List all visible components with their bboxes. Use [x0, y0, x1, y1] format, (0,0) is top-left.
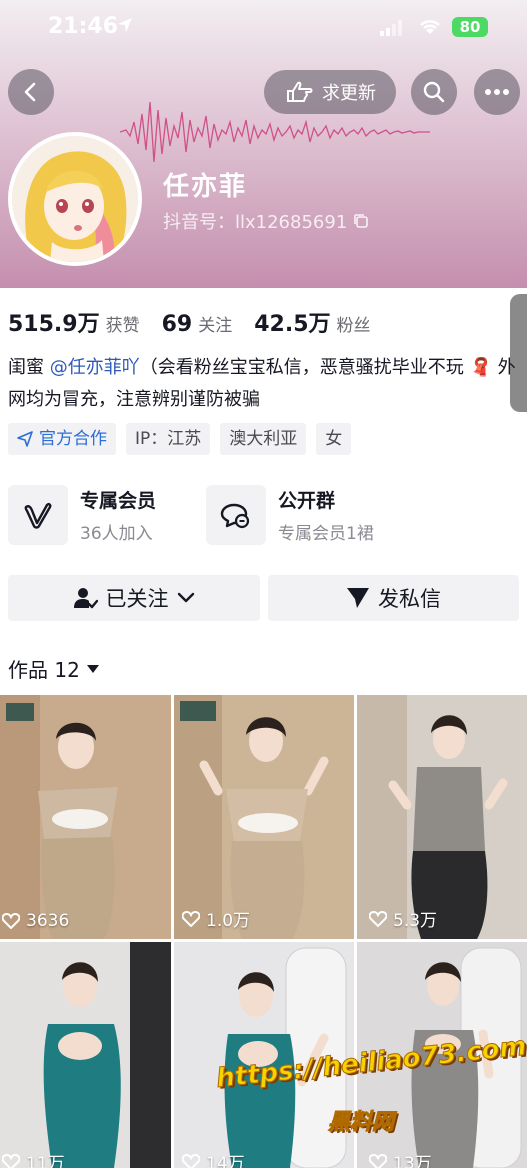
stat-likes-label: 获赞 — [105, 316, 140, 336]
send-arrow-icon — [17, 431, 33, 447]
bio-mention-link[interactable]: @任亦菲吖 — [50, 357, 140, 378]
location-arrow-icon — [118, 18, 132, 32]
audio-waveform-decoration — [120, 101, 430, 163]
stat-following-label: 关注 — [198, 316, 233, 336]
cellular-signal-icon — [380, 20, 402, 36]
stat-likes[interactable]: 515.9万 获赞 — [8, 306, 140, 338]
likes-count: 13万 — [367, 1149, 432, 1168]
heart-outline-icon — [369, 910, 387, 927]
tag-official-label: 官方合作 — [39, 429, 107, 449]
likes-count: 11万 — [0, 1149, 65, 1168]
douyin-id-text: 抖音号：llx12685691 — [163, 212, 348, 233]
likes-count: 3636 — [0, 911, 69, 931]
back-button[interactable] — [8, 69, 54, 115]
likes-value: 1.0万 — [206, 911, 251, 931]
bio-prefix: 闺蜜 — [8, 357, 50, 378]
stat-followers[interactable]: 42.5万 粉丝 — [254, 306, 370, 338]
stat-likes-num: 515.9万 — [8, 312, 100, 337]
works-title-label: 作品 12 — [8, 658, 80, 682]
member-title: 专属会员 — [80, 490, 157, 512]
douyin-id-row[interactable]: 抖音号：llx12685691 — [163, 208, 369, 234]
copy-icon[interactable] — [353, 213, 369, 229]
video-thumbnail-image — [357, 695, 527, 939]
member-icon-box — [8, 485, 68, 545]
status-bar: 21:46 80 — [0, 0, 527, 56]
stat-followers-num: 42.5万 — [254, 312, 331, 337]
likes-count: 1.0万 — [180, 906, 250, 931]
likes-value: 11万 — [26, 1154, 65, 1168]
likes-count: 14万 — [180, 1149, 245, 1168]
more-button[interactable] — [474, 69, 520, 115]
tag-row: 官方合作 IP：江苏 澳大利亚 女 — [8, 423, 352, 455]
profile-bio: 闺蜜 @任亦菲吖（会看粉丝宝宝私信，恶意骚扰毕业不玩 🧣 外网均为冒充，注意辨别… — [8, 352, 518, 416]
tag-gender: 女 — [316, 423, 352, 455]
status-time: 21:46 — [48, 14, 119, 39]
tag-ip: IP：江苏 — [126, 423, 211, 455]
caret-down-icon — [86, 664, 99, 673]
video-thumbnail-image — [0, 695, 171, 939]
wifi-icon — [420, 20, 440, 34]
stat-following[interactable]: 69 关注 — [162, 311, 233, 337]
avatar-illustration — [12, 136, 138, 262]
likes-value: 3636 — [26, 911, 70, 931]
profile-header: 21:46 80 求更新 任亦菲 抖音号：llx12685691 — [0, 0, 527, 288]
user-check-icon — [73, 588, 98, 609]
video-thumb-1[interactable]: 3636 — [0, 695, 171, 939]
group-sub: 专属会员1裙 — [278, 524, 374, 544]
watermark-cn: 黑料网 — [327, 1110, 395, 1136]
group-chat-icon — [220, 503, 250, 529]
heart-outline-icon — [182, 910, 200, 927]
stat-followers-label: 粉丝 — [336, 316, 371, 336]
likes-value: 13万 — [393, 1154, 432, 1168]
tag-location: 澳大利亚 — [220, 423, 307, 455]
following-label: 已关注 — [105, 587, 169, 611]
video-thumb-4[interactable]: 11万 — [0, 942, 171, 1168]
public-group-entry[interactable]: 公开群 专属会员1裙 — [206, 485, 374, 545]
more-dots-icon — [485, 89, 509, 95]
member-sub: 36人加入 — [80, 524, 153, 544]
group-title: 公开群 — [278, 490, 336, 512]
tag-official-cooperation[interactable]: 官方合作 — [8, 423, 116, 455]
site-watermark: https://heiliao73.com 黑料网 — [214, 1031, 527, 1135]
heart-outline-icon — [2, 913, 20, 929]
likes-value: 14万 — [206, 1154, 245, 1168]
stats-row: 515.9万 获赞 69 关注 42.5万 粉丝 — [8, 306, 371, 338]
battery-indicator: 80 — [452, 17, 488, 37]
stat-following-num: 69 — [161, 312, 193, 337]
heart-outline-icon — [369, 1153, 387, 1168]
heart-outline-icon — [182, 1153, 200, 1168]
video-thumb-3[interactable]: 5.3万 — [357, 695, 527, 939]
paper-plane-icon — [347, 588, 369, 608]
video-thumbnail-image — [174, 695, 354, 939]
likes-count: 5.3万 — [367, 906, 437, 931]
group-icon-box — [206, 485, 266, 545]
heart-outline-icon — [2, 1153, 20, 1168]
exclusive-member-entry[interactable]: 专属会员 36人加入 — [8, 485, 156, 545]
video-thumb-2[interactable]: 1.0万 — [174, 695, 354, 939]
video-thumbnail-image — [0, 942, 171, 1168]
avatar[interactable] — [8, 132, 142, 266]
send-message-label: 发私信 — [378, 587, 441, 611]
works-tab[interactable]: 作品 12 — [8, 654, 100, 683]
likes-value: 5.3万 — [393, 911, 438, 931]
following-button[interactable]: 已关注 — [8, 575, 260, 621]
profile-nickname: 任亦菲 — [163, 172, 248, 202]
send-message-button[interactable]: 发私信 — [268, 575, 519, 621]
v-badge-icon — [24, 502, 52, 529]
chevron-left-icon — [24, 82, 36, 102]
chevron-down-icon — [177, 592, 194, 603]
